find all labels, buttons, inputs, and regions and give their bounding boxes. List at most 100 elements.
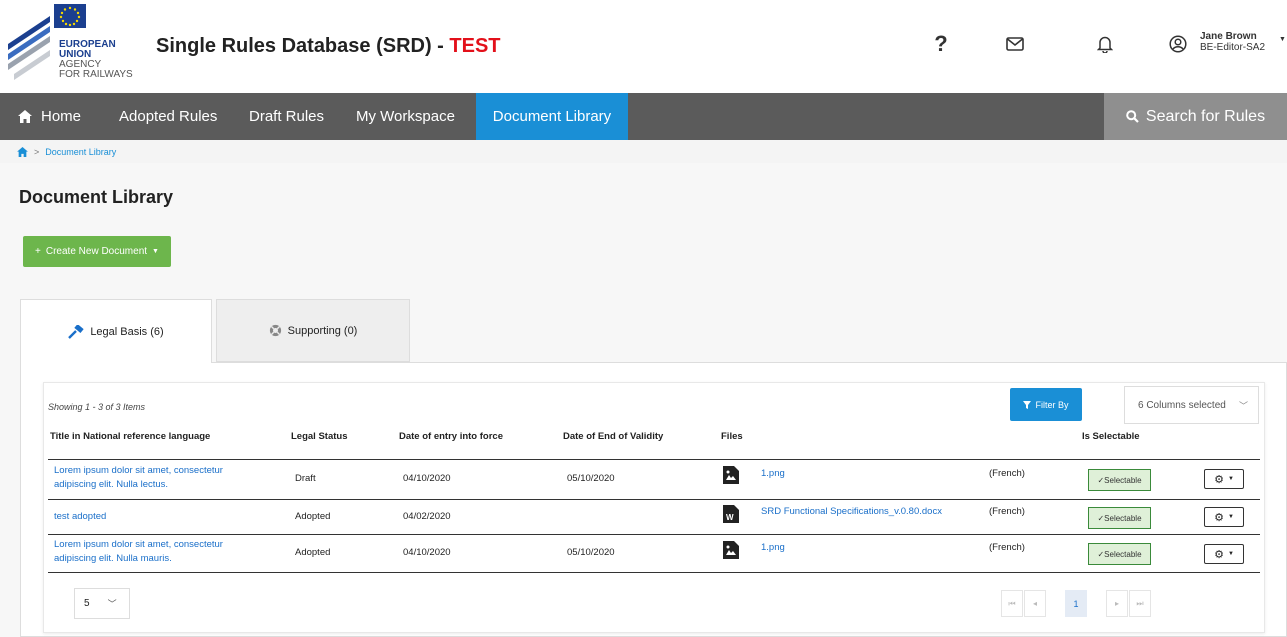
- file-link[interactable]: SRD Functional Specifications_v.0.80.doc…: [761, 505, 942, 519]
- columns-selector[interactable]: 6 Columns selected ﹀: [1124, 386, 1259, 424]
- help-icon[interactable]: ?: [927, 30, 955, 58]
- columns-selected-value: 6 Columns selected: [1138, 399, 1226, 411]
- app-title-text: Single Rules Database (SRD) -: [156, 35, 450, 57]
- svg-text:W: W: [726, 513, 734, 522]
- column-header-files[interactable]: Files: [721, 431, 743, 442]
- check-icon: ✓: [1097, 475, 1105, 485]
- gavel-icon: [68, 324, 84, 339]
- legal-status: Adopted: [295, 547, 331, 558]
- file-link[interactable]: 1.png: [761, 541, 785, 555]
- gear-icon: ⚙: [1214, 511, 1224, 524]
- items-count-text: Showing 1 - 3 of 3 Items: [48, 402, 146, 412]
- table-row: test adopted Adopted 04/02/2020 W SRD Fu…: [48, 499, 1260, 534]
- word-file-icon[interactable]: W: [723, 505, 739, 523]
- gear-icon: ⚙: [1214, 548, 1224, 561]
- tab-supporting[interactable]: Supporting (0): [216, 299, 410, 362]
- chevron-down-icon: ﹀: [107, 599, 117, 609]
- user-avatar-icon[interactable]: [1164, 30, 1192, 58]
- tab-legal-basis[interactable]: Legal Basis (6): [20, 299, 212, 363]
- first-page-icon: ⏮: [1008, 598, 1016, 608]
- tab-supporting-label: Supporting (0): [287, 324, 358, 337]
- page-size-select[interactable]: 5 ﹀: [74, 588, 130, 619]
- last-page-button[interactable]: ⏭: [1129, 590, 1151, 617]
- next-page-icon: ▸: [1114, 599, 1119, 608]
- tab-legal-basis-label: Legal Basis (6): [90, 325, 164, 338]
- first-page-button[interactable]: ⏮: [1001, 590, 1023, 617]
- caret-down-icon: ▼: [1227, 551, 1234, 557]
- column-header-title[interactable]: Title in National reference language: [50, 431, 210, 442]
- document-title-line: adipiscing elit. Nulla mauris.: [54, 553, 172, 564]
- breadcrumb-home-icon[interactable]: [17, 146, 28, 157]
- nav-adopted-rules[interactable]: Adopted Rules: [119, 93, 217, 140]
- file-language: (French): [989, 468, 1025, 479]
- app-title: Single Rules Database (SRD) - TEST: [156, 35, 501, 58]
- era-logo[interactable]: EUROPEAN UNION AGENCY FOR RAILWAYS: [6, 4, 136, 88]
- header: EUROPEAN UNION AGENCY FOR RAILWAYS Singl…: [0, 0, 1287, 93]
- filter-by-button[interactable]: Filter By: [1010, 388, 1082, 421]
- home-icon: [18, 110, 32, 123]
- document-title-line: Lorem ipsum dolor sit amet, consectetur: [54, 465, 223, 476]
- column-header-entry-date[interactable]: Date of entry into force: [399, 431, 503, 442]
- table-row: Lorem ipsum dolor sit amet, consectetur …: [48, 534, 1260, 573]
- lifebuoy-icon: [269, 324, 281, 337]
- page-number-button[interactable]: 1: [1065, 590, 1087, 617]
- page-size-value: 5: [84, 598, 90, 609]
- column-header-is-selectable[interactable]: Is Selectable: [1082, 431, 1140, 442]
- document-title-link[interactable]: test adopted: [54, 510, 106, 524]
- create-new-document-button[interactable]: + Create New Document ▼: [23, 236, 171, 267]
- user-name: Jane Brown: [1200, 31, 1257, 42]
- bell-icon[interactable]: [1091, 30, 1119, 58]
- search-for-rules-button[interactable]: Search for Rules: [1104, 93, 1287, 140]
- entry-date: 04/10/2020: [403, 473, 451, 484]
- check-icon: ✓: [1097, 549, 1105, 559]
- selectable-badge[interactable]: ✓ Selectable: [1088, 543, 1151, 565]
- plus-icon: +: [35, 246, 41, 257]
- nav-draft-rules[interactable]: Draft Rules: [249, 93, 324, 140]
- selectable-badge[interactable]: ✓ Selectable: [1088, 507, 1151, 529]
- file-link[interactable]: 1.png: [761, 467, 785, 481]
- env-badge: TEST: [449, 35, 501, 57]
- logo-text: EUROPEAN UNION AGENCY FOR RAILWAYS: [59, 40, 133, 80]
- column-header-end-date[interactable]: Date of End of Validity: [563, 431, 663, 442]
- image-file-icon[interactable]: [723, 466, 739, 484]
- previous-page-icon: ◂: [1032, 599, 1037, 608]
- file-language: (French): [989, 542, 1025, 553]
- nav-home[interactable]: Home: [18, 93, 81, 140]
- caret-down-icon: ▼: [1227, 514, 1234, 520]
- file-language: (French): [989, 506, 1025, 517]
- end-date: 05/10/2020: [567, 547, 615, 558]
- column-header-legal-status[interactable]: Legal Status: [291, 431, 348, 442]
- main-content: Document Library + Create New Document ▼…: [0, 163, 1287, 637]
- user-role: BE-Editor-SA2: [1200, 42, 1266, 53]
- legal-status: Adopted: [295, 511, 331, 522]
- row-actions-button[interactable]: ⚙ ▼: [1204, 507, 1244, 527]
- check-icon: ✓: [1097, 513, 1105, 523]
- tab-panel: Showing 1 - 3 of 3 Items Filter By 6 Col…: [20, 362, 1287, 637]
- caret-down-icon: ▼: [152, 248, 159, 255]
- filter-icon: [1023, 400, 1032, 409]
- image-file-icon[interactable]: [723, 541, 739, 559]
- page-title: Document Library: [19, 187, 174, 207]
- breadcrumb: > Document Library: [0, 140, 1287, 163]
- document-title-link[interactable]: Lorem ipsum dolor sit amet, consectetur …: [54, 538, 223, 566]
- previous-page-button[interactable]: ◂: [1024, 590, 1046, 617]
- selectable-label: Selectable: [1104, 513, 1142, 523]
- mail-icon[interactable]: [1001, 30, 1029, 58]
- nav-my-workspace[interactable]: My Workspace: [356, 93, 455, 140]
- selectable-label: Selectable: [1104, 549, 1142, 559]
- user-menu[interactable]: Jane Brown BE-Editor-SA2: [1200, 31, 1265, 53]
- document-title-link[interactable]: Lorem ipsum dolor sit amet, consectetur …: [54, 464, 223, 492]
- nav-home-label: Home: [41, 108, 82, 125]
- selectable-badge[interactable]: ✓ Selectable: [1088, 469, 1151, 491]
- selectable-label: Selectable: [1104, 475, 1142, 485]
- row-actions-button[interactable]: ⚙ ▼: [1204, 469, 1244, 489]
- row-actions-button[interactable]: ⚙ ▼: [1204, 544, 1244, 564]
- end-date: 05/10/2020: [567, 473, 615, 484]
- document-title-line: Lorem ipsum dolor sit amet, consectetur: [54, 539, 223, 550]
- breadcrumb-current[interactable]: Document Library: [45, 147, 116, 157]
- chevron-down-icon: ﹀: [1238, 401, 1248, 411]
- next-page-button[interactable]: ▸: [1106, 590, 1128, 617]
- nav-document-library[interactable]: Document Library: [476, 93, 628, 140]
- caret-down-icon[interactable]: ▼: [1279, 36, 1286, 43]
- breadcrumb-separator: >: [34, 146, 40, 157]
